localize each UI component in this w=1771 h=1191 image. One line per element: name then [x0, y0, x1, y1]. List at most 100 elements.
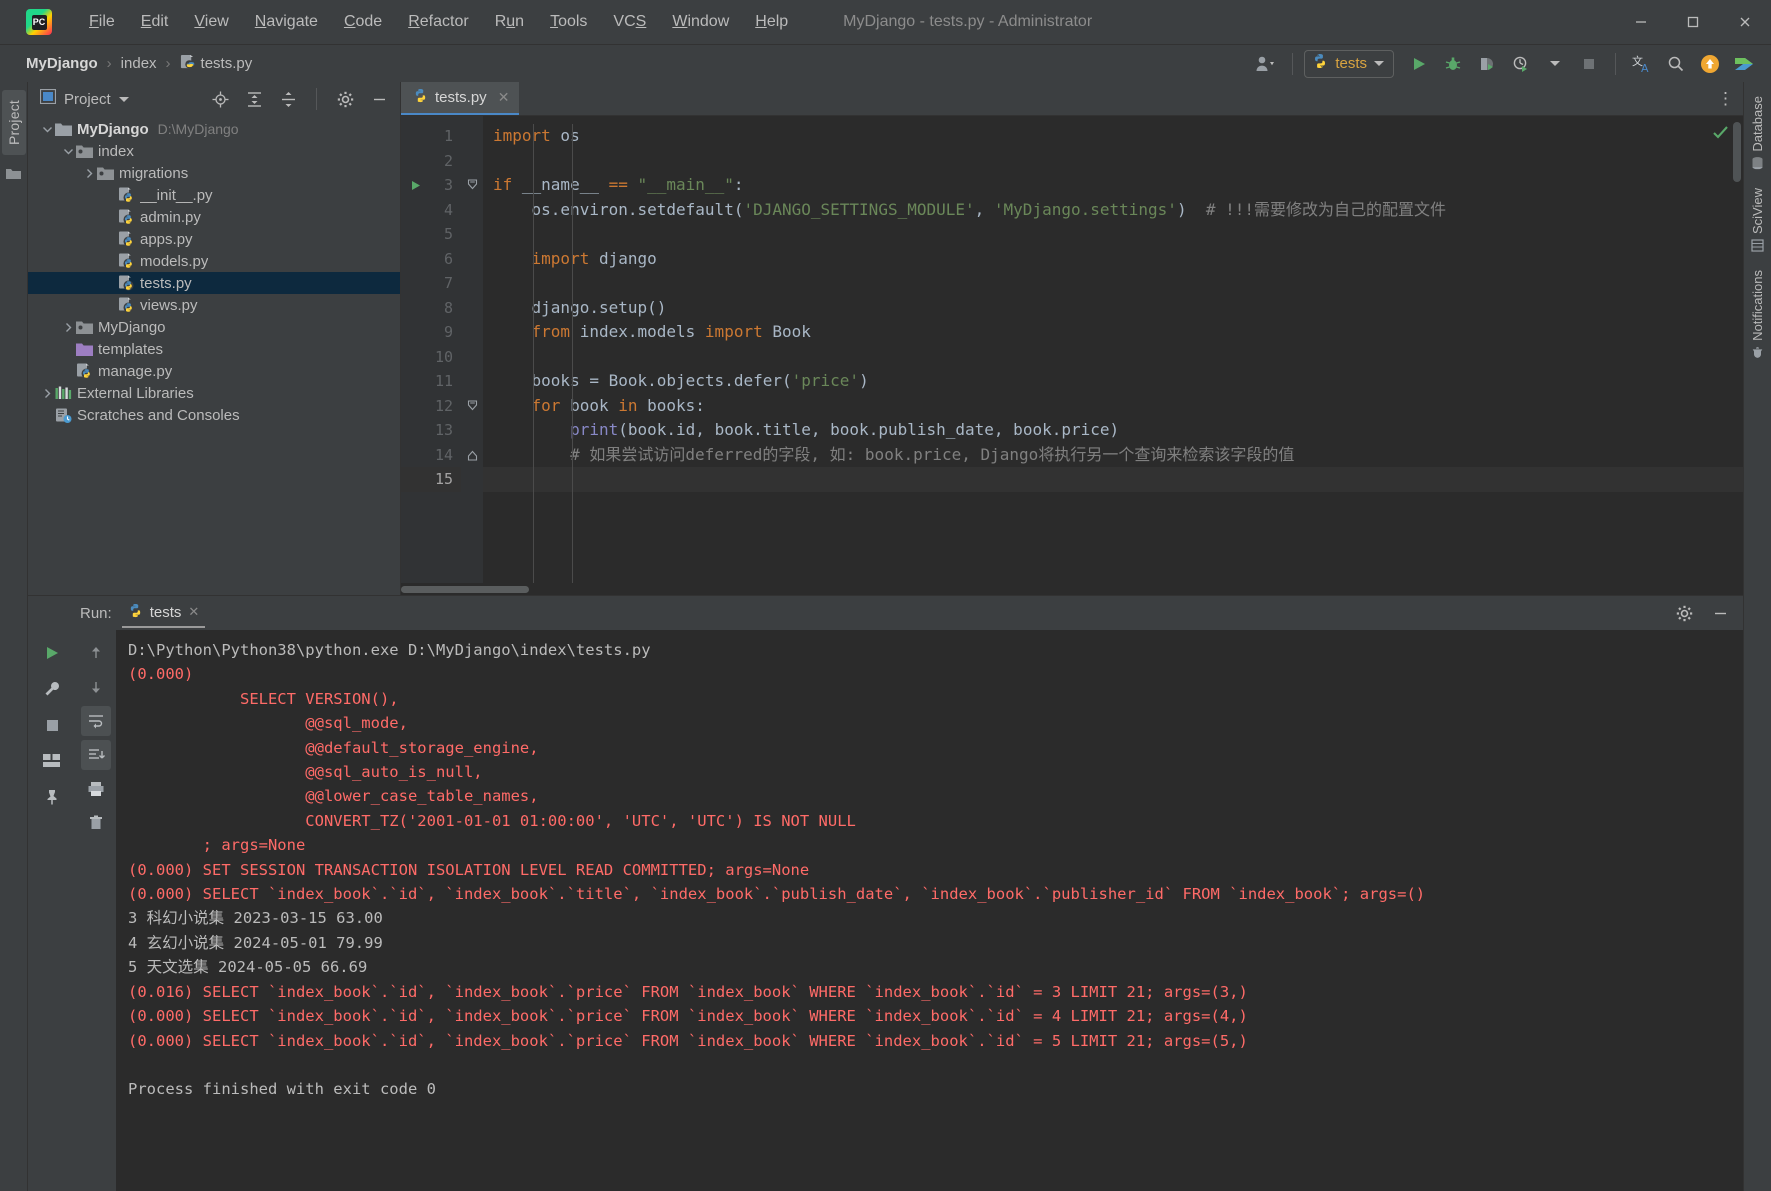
pin-icon[interactable] [37, 782, 67, 812]
run-arrow-icon[interactable] [409, 173, 422, 198]
code-line[interactable]: import django [483, 247, 1743, 272]
tree-item-mydjango[interactable]: MyDjango D:\MyDjango [28, 118, 400, 140]
code-line[interactable]: os.environ.setdefault('DJANGO_SETTINGS_M… [483, 198, 1743, 223]
editor-horizontal-scrollbar[interactable] [401, 583, 1743, 595]
line-number[interactable]: 3 [401, 173, 461, 198]
menu-tools[interactable]: Tools [537, 9, 600, 35]
user-account-icon[interactable] [1251, 50, 1281, 78]
more-run-options-icon[interactable] [1540, 50, 1570, 78]
debug-button[interactable] [1438, 50, 1468, 78]
menu-file[interactable]: FFileile [76, 9, 128, 35]
tree-item--init-py[interactable]: __init__.py [28, 184, 400, 206]
rerun-icon[interactable] [37, 638, 67, 668]
code-line[interactable] [483, 149, 1743, 174]
breadcrumb-package[interactable]: index [117, 53, 161, 74]
structure-icon[interactable] [6, 167, 21, 185]
search-icon[interactable] [1661, 50, 1691, 78]
menu-vcs[interactable]: VCS [600, 9, 659, 35]
line-number[interactable]: 8 [401, 296, 461, 321]
code-line[interactable]: if __name__ == "__main__": [483, 173, 1743, 198]
breadcrumb-project[interactable]: MyDjango [22, 53, 102, 74]
code-line[interactable]: # 如果尝试访问deferred的字段, 如: book.price, Djan… [483, 443, 1743, 468]
menu-run[interactable]: Run [482, 9, 537, 35]
select-opened-file-icon[interactable] [207, 87, 233, 111]
tree-item-manage-py[interactable]: manage.py [28, 360, 400, 382]
gear-icon[interactable] [332, 87, 358, 111]
close-icon[interactable] [1719, 0, 1771, 44]
tree-item-tests-py[interactable]: tests.py [28, 272, 400, 294]
stop-button[interactable] [1574, 50, 1604, 78]
run-with-coverage-button[interactable] [1472, 50, 1502, 78]
code-fold-fold-end[interactable] [461, 443, 483, 468]
chevron-down-icon[interactable] [61, 144, 75, 158]
rail-tab-notifications[interactable]: Notifications [1747, 266, 1768, 363]
line-number[interactable]: 10 [401, 345, 461, 370]
menu-view[interactable]: View [181, 9, 241, 35]
chevron-down-icon[interactable] [40, 122, 54, 136]
code-line[interactable]: django.setup() [483, 296, 1743, 321]
menu-window[interactable]: Window [659, 9, 742, 35]
tree-item-migrations[interactable]: migrations [28, 162, 400, 184]
editor-vertical-scrollbar[interactable] [1733, 122, 1741, 182]
translate-icon[interactable]: 文 A [1627, 50, 1657, 78]
menu-refactor[interactable]: Refactor [395, 9, 481, 35]
rail-tab-database[interactable]: Database [1747, 92, 1768, 174]
tree-item-scratches-and-consoles[interactable]: Scratches and Consoles [28, 404, 400, 426]
run-configuration-selector[interactable]: tests [1304, 49, 1394, 78]
tree-item-admin-py[interactable]: admin.py [28, 206, 400, 228]
stop-icon[interactable] [37, 710, 67, 740]
menu-edit[interactable]: Edit [128, 9, 182, 35]
hide-tool-window-icon[interactable] [366, 87, 392, 111]
code-line[interactable]: books = Book.objects.defer('price') [483, 369, 1743, 394]
code-line[interactable]: for book in books: [483, 394, 1743, 419]
print-icon[interactable] [81, 774, 111, 804]
line-number[interactable]: 4 [401, 198, 461, 223]
tree-item-models-py[interactable]: models.py [28, 250, 400, 272]
run-button[interactable] [1404, 50, 1434, 78]
rail-tab-project[interactable]: Project [1, 90, 26, 155]
minimize-icon[interactable] [1615, 0, 1667, 44]
line-number[interactable]: 9 [401, 320, 461, 345]
chevron-down-icon[interactable] [118, 96, 129, 102]
tree-item-apps-py[interactable]: apps.py [28, 228, 400, 250]
code-line[interactable]: import os [483, 124, 1743, 149]
editor-tab-options-icon[interactable]: ⋮ [1717, 89, 1735, 109]
code-line[interactable] [483, 271, 1743, 296]
menu-code[interactable]: Code [331, 9, 395, 35]
tree-item-templates[interactable]: templates [28, 338, 400, 360]
line-number[interactable]: 1 [401, 124, 461, 149]
line-number[interactable]: 11 [401, 369, 461, 394]
line-number[interactable]: 15 [401, 467, 461, 492]
code-content[interactable]: import os if __name__ == "__main__": os.… [483, 116, 1743, 583]
menu-help[interactable]: Help [742, 9, 801, 35]
chevron-right-icon[interactable] [61, 320, 75, 334]
line-number[interactable]: 5 [401, 222, 461, 247]
code-line[interactable] [483, 467, 1743, 492]
collapse-all-icon[interactable] [275, 87, 301, 111]
code-fold-fold-start[interactable] [461, 394, 483, 419]
tree-item-external-libraries[interactable]: External Libraries [28, 382, 400, 404]
expand-all-icon[interactable] [241, 87, 267, 111]
tree-item-index[interactable]: index [28, 140, 400, 162]
line-number[interactable]: 2 [401, 149, 461, 174]
maximize-icon[interactable] [1667, 0, 1719, 44]
code-fold-fold-start[interactable] [461, 173, 483, 198]
up-arrow-icon[interactable] [81, 638, 111, 668]
menu-navigate[interactable]: Navigate [242, 9, 331, 35]
line-number[interactable]: 12 [401, 394, 461, 419]
line-number[interactable]: 14 [401, 443, 461, 468]
tree-item-views-py[interactable]: views.py [28, 294, 400, 316]
rail-tab-sciview[interactable]: SciView [1747, 184, 1768, 256]
chevron-right-icon[interactable] [40, 386, 54, 400]
soft-wrap-icon[interactable] [81, 706, 111, 736]
wrench-icon[interactable] [37, 674, 67, 704]
trash-icon[interactable] [81, 808, 111, 838]
line-number[interactable]: 13 [401, 418, 461, 443]
profile-button[interactable] [1506, 50, 1536, 78]
code-line[interactable]: from index.models import Book [483, 320, 1743, 345]
code-line[interactable] [483, 345, 1743, 370]
update-icon[interactable] [1695, 50, 1725, 78]
editor-tab-tests-py[interactable]: tests.py ✕ [401, 82, 520, 115]
code-line[interactable]: print(book.id, book.title, book.publish_… [483, 418, 1743, 443]
inspection-ok-icon[interactable] [1712, 124, 1729, 146]
